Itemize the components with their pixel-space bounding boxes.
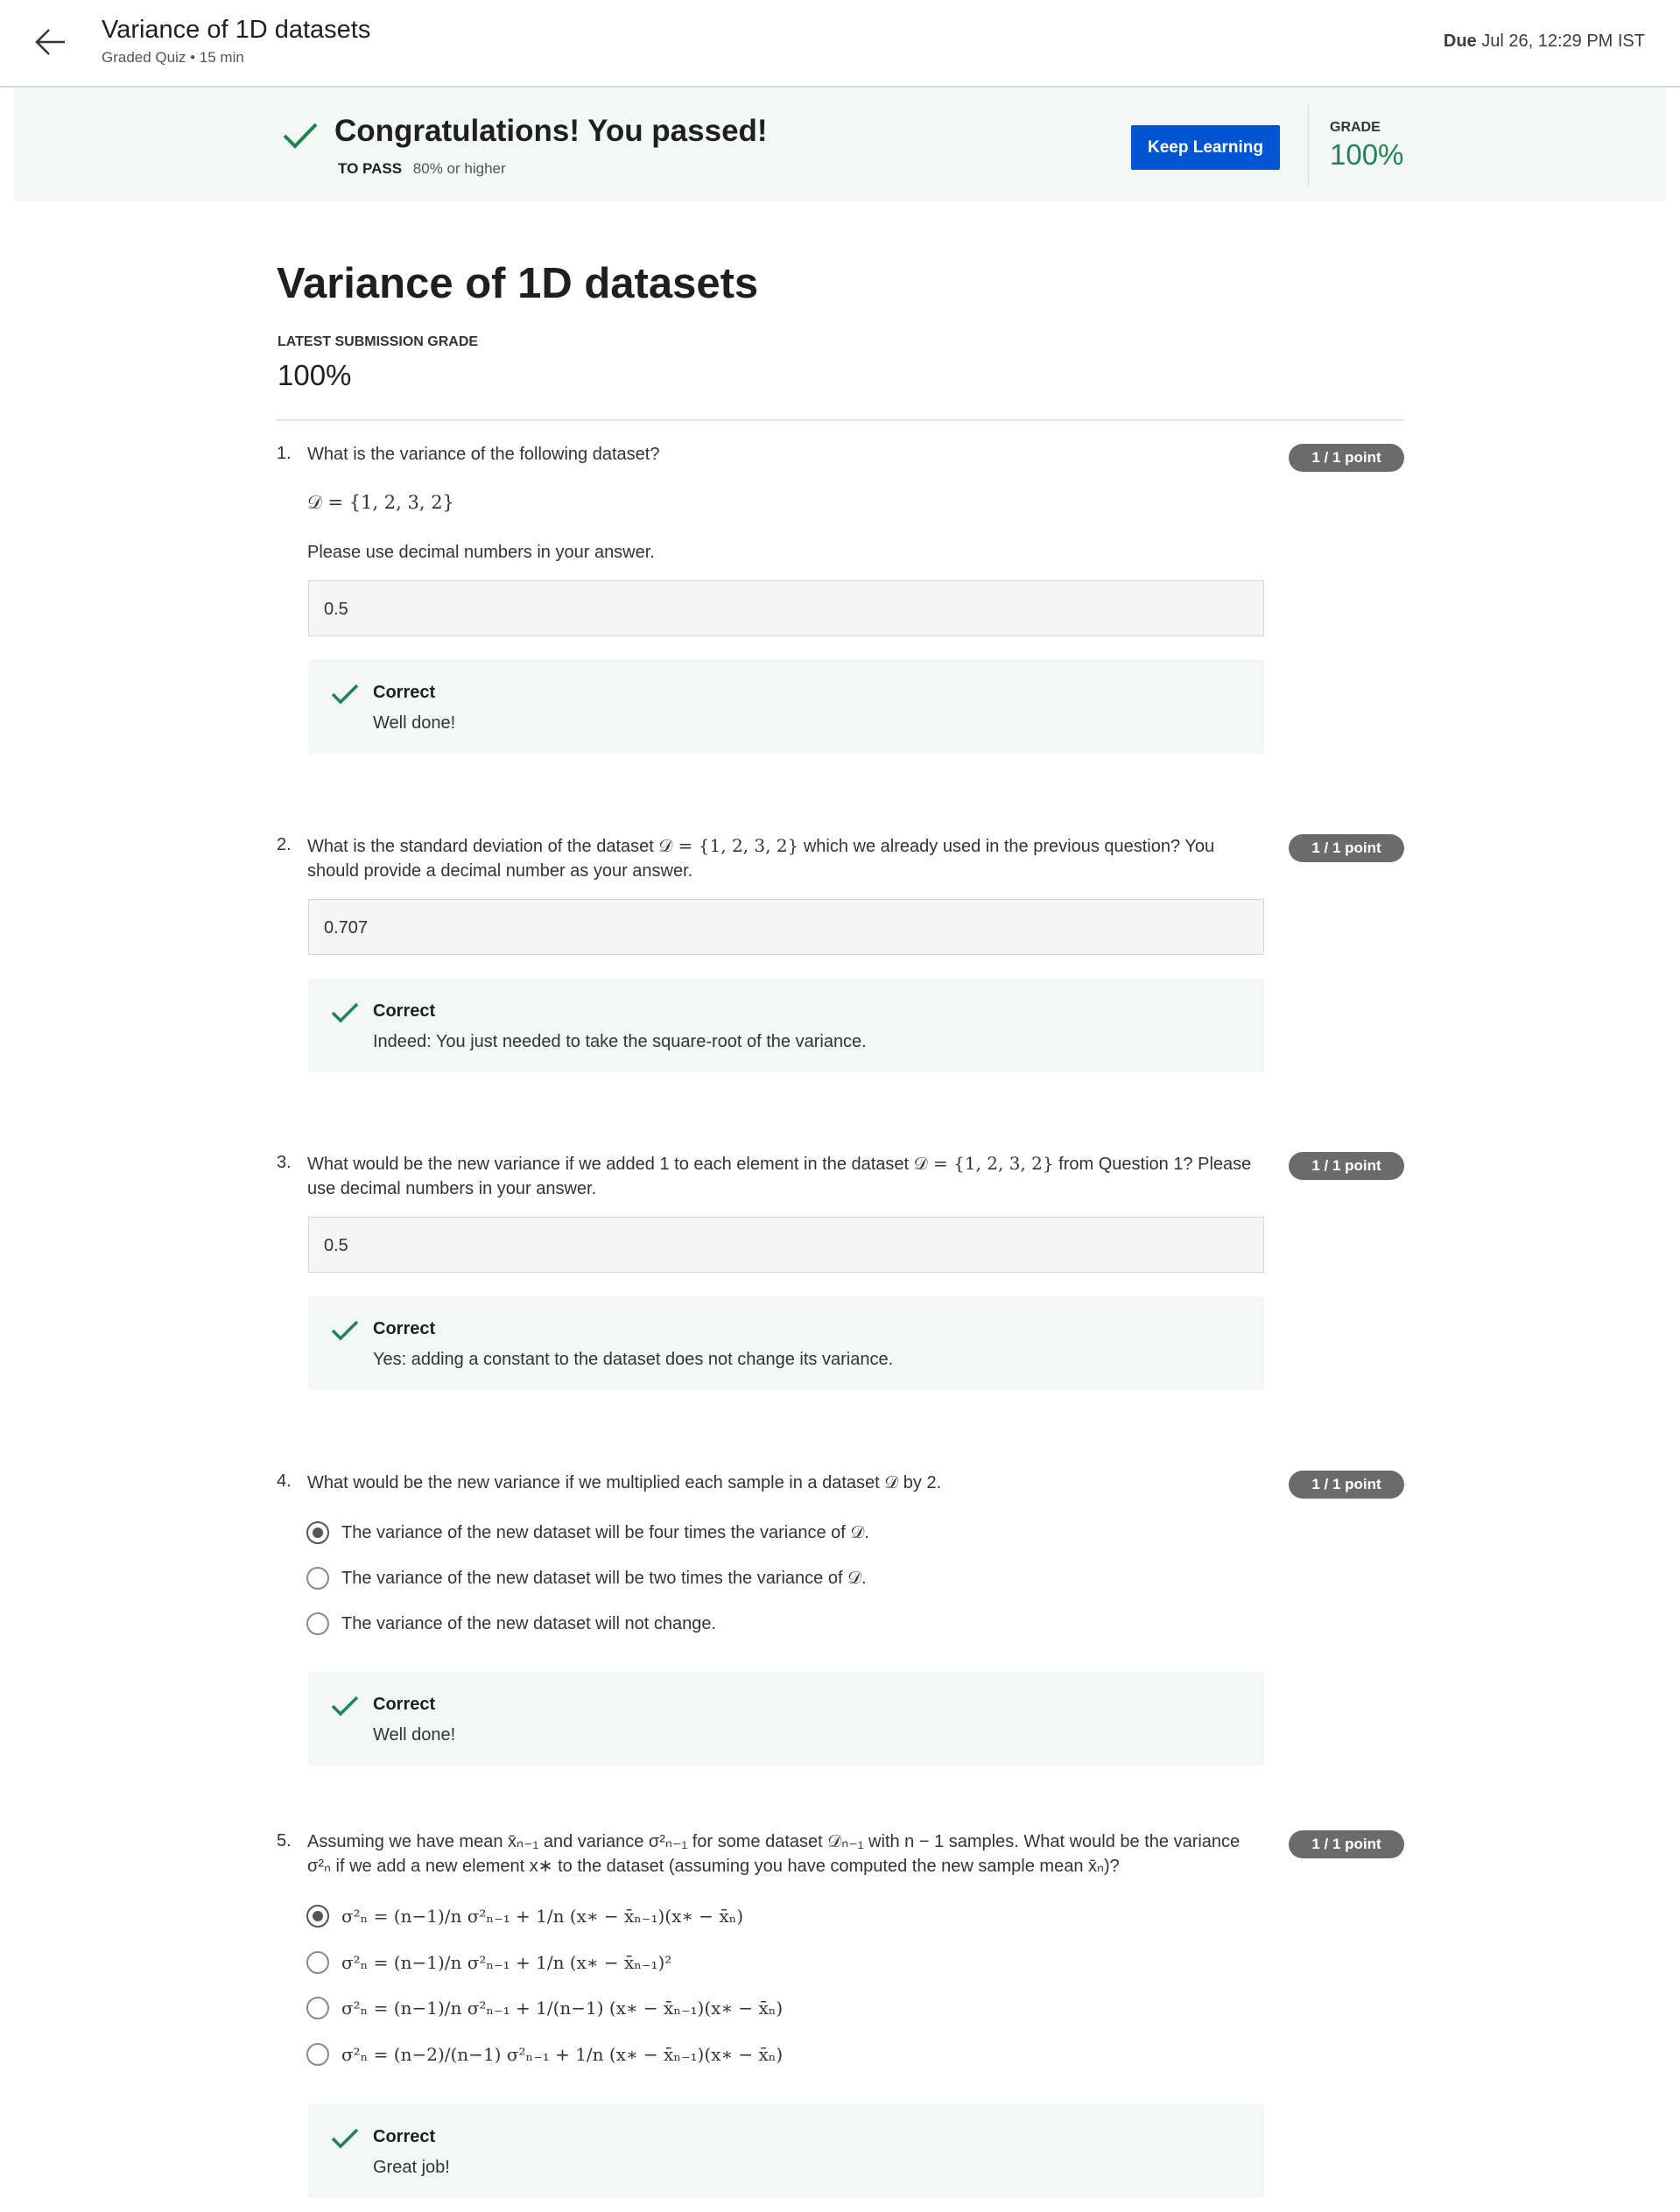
to-pass-label: TO PASS xyxy=(338,160,403,177)
header-subtitle: Graded Quiz • 15 min xyxy=(102,49,244,66)
option-label: σ²ₙ = (n−1)/n σ²ₙ₋₁ + 1/(n−1) (x∗ − x̄ₙ₋… xyxy=(341,1998,784,2019)
option-radio[interactable]: The variance of the new dataset will be … xyxy=(306,1518,869,1548)
feedback-title: Correct xyxy=(373,1319,436,1338)
feedback-title: Correct xyxy=(373,1001,436,1021)
to-pass: TO PASS 80% or higher xyxy=(338,160,506,178)
pass-banner: Congratulations! You passed! TO PASS 80%… xyxy=(14,88,1666,201)
check-icon xyxy=(283,123,318,149)
answer-field[interactable]: 0.5 xyxy=(308,580,1264,636)
feedback-title: Correct xyxy=(373,1695,436,1714)
question-text: What would be the new variance if we add… xyxy=(307,1151,1262,1201)
check-icon xyxy=(331,1002,359,1023)
option-label: The variance of the new dataset will not… xyxy=(341,1613,717,1633)
banner-divider xyxy=(1308,105,1309,186)
feedback-text: Well done! xyxy=(373,1725,456,1745)
points-badge: 1 / 1 point xyxy=(1289,1471,1404,1499)
due-value: Jul 26, 12:29 PM IST xyxy=(1481,32,1645,51)
feedback-text: Well done! xyxy=(373,713,456,733)
points-badge: 1 / 1 point xyxy=(1289,834,1404,862)
feedback-text: Yes: adding a constant to the dataset do… xyxy=(373,1350,894,1369)
option-label: The variance of the new dataset will be … xyxy=(341,1522,869,1542)
feedback-box: Correct Indeed: You just needed to take … xyxy=(308,979,1264,1072)
radio-icon[interactable] xyxy=(306,2043,329,2066)
question-number: 2. xyxy=(277,835,292,854)
option-radio[interactable]: The variance of the new dataset will not… xyxy=(306,1609,716,1639)
question-formula: 𝒟 xyxy=(884,1471,899,1492)
question-formula: 𝒟 = {1, 2, 3, 2} xyxy=(658,835,799,856)
option-radio[interactable]: σ²ₙ = (n−1)/n σ²ₙ₋₁ + 1/n (x∗ − x̄ₙ₋₁)² xyxy=(306,1948,671,1977)
keep-learning-button[interactable]: Keep Learning xyxy=(1131,125,1280,170)
option-radio[interactable]: σ²ₙ = (n−2)/(n−1) σ²ₙ₋₁ + 1/n (x∗ − x̄ₙ₋… xyxy=(306,2040,783,2069)
feedback-title: Correct xyxy=(373,683,436,702)
answer-field[interactable]: 0.5 xyxy=(308,1217,1264,1273)
grade-value: 100% xyxy=(1330,138,1404,171)
option-radio[interactable]: The variance of the new dataset will be … xyxy=(306,1563,867,1593)
question-text-b: by 2. xyxy=(898,1473,942,1492)
check-icon xyxy=(331,1320,359,1341)
feedback-box: Correct Great job! xyxy=(308,2104,1264,2198)
radio-icon[interactable] xyxy=(306,1997,329,2019)
page-title: Variance of 1D datasets xyxy=(277,260,759,307)
option-label: σ²ₙ = (n−2)/(n−1) σ²ₙ₋₁ + 1/n (x∗ − x̄ₙ₋… xyxy=(341,2044,784,2065)
option-radio[interactable]: σ²ₙ = (n−1)/n σ²ₙ₋₁ + 1/(n−1) (x∗ − x̄ₙ₋… xyxy=(306,1993,783,2023)
pass-message: Congratulations! You passed! xyxy=(334,114,768,148)
option-label: σ²ₙ = (n−1)/n σ²ₙ₋₁ + 1/n (x∗ − x̄ₙ₋₁)² xyxy=(341,1952,672,1973)
question-number: 1. xyxy=(277,444,292,463)
radio-icon[interactable] xyxy=(306,1567,329,1590)
question-text: What would be the new variance if we mul… xyxy=(307,1470,1262,1495)
option-radio[interactable]: σ²ₙ = (n−1)/n σ²ₙ₋₁ + 1/n (x∗ − x̄ₙ₋₁)(x… xyxy=(306,1901,743,1931)
top-header: Variance of 1D datasets Graded Quiz • 15… xyxy=(0,0,1680,88)
question-formula: 𝒟 = {1, 2, 3, 2} xyxy=(913,1153,1054,1174)
check-icon xyxy=(331,684,359,705)
feedback-title: Correct xyxy=(373,2127,436,2146)
check-icon xyxy=(331,2128,359,2149)
option-label: The variance of the new dataset will be … xyxy=(341,1568,867,1588)
question-number: 3. xyxy=(277,1153,292,1172)
header-title: Variance of 1D datasets xyxy=(102,16,371,44)
question-text-a: What would be the new variance if we mul… xyxy=(307,1473,885,1492)
latest-submission-grade: 100% xyxy=(278,359,352,391)
question-text: Assuming we have mean x̄ₙ₋₁ and variance… xyxy=(307,1832,1241,1876)
feedback-box: Correct Well done! xyxy=(308,660,1264,754)
question-text: What is the standard deviation of the da… xyxy=(307,833,1262,883)
due-date: Due Jul 26, 12:29 PM IST xyxy=(1444,32,1645,52)
feedback-text: Indeed: You just needed to take the squa… xyxy=(373,1032,867,1051)
points-badge: 1 / 1 point xyxy=(1289,444,1404,472)
back-arrow-icon[interactable] xyxy=(33,25,68,60)
points-badge: 1 / 1 point xyxy=(1289,1830,1404,1858)
question-number: 5. xyxy=(277,1831,292,1850)
radio-icon[interactable] xyxy=(306,1951,329,1974)
question-text-a: What is the standard deviation of the da… xyxy=(307,837,659,856)
to-pass-value: 80% or higher xyxy=(412,160,506,177)
points-badge: 1 / 1 point xyxy=(1289,1152,1404,1180)
due-label: Due xyxy=(1443,32,1477,51)
question-number: 4. xyxy=(277,1471,292,1491)
feedback-box: Correct Yes: adding a constant to the da… xyxy=(308,1296,1264,1390)
latest-submission-label: LATEST SUBMISSION GRADE xyxy=(278,334,479,349)
option-label: σ²ₙ = (n−1)/n σ²ₙ₋₁ + 1/n (x∗ − x̄ₙ₋₁)(x… xyxy=(341,1906,744,1927)
question-text: What is the variance of the following da… xyxy=(307,445,660,464)
feedback-text: Great job! xyxy=(373,2158,450,2177)
question-note: Please use decimal numbers in your answe… xyxy=(307,543,655,562)
radio-selected-icon[interactable] xyxy=(306,1905,329,1928)
grade-label: GRADE xyxy=(1330,120,1381,135)
radio-selected-icon[interactable] xyxy=(306,1521,329,1544)
radio-icon[interactable] xyxy=(306,1612,329,1635)
check-icon xyxy=(331,1696,359,1717)
answer-field[interactable]: 0.707 xyxy=(308,899,1264,955)
divider xyxy=(277,419,1405,421)
question-formula: 𝒟 = {1, 2, 3, 2} xyxy=(307,492,454,513)
question-text-a: What would be the new variance if we add… xyxy=(307,1155,914,1174)
feedback-box: Correct Well done! xyxy=(308,1672,1264,1766)
